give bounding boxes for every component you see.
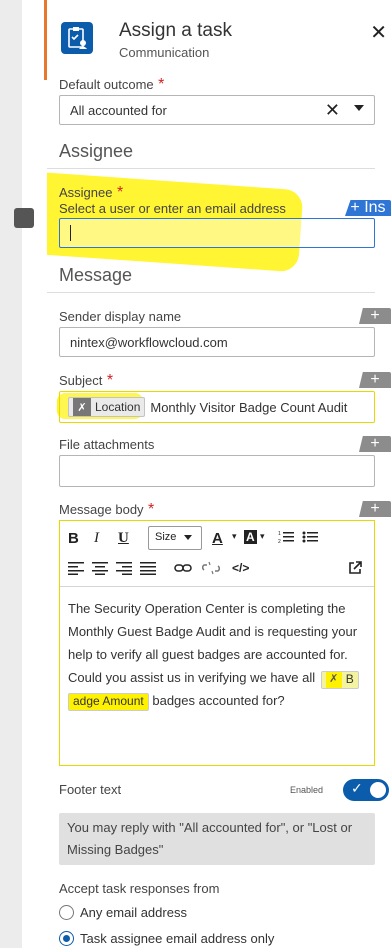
body-label-row: Message body *	[59, 501, 375, 519]
bullet-list-icon[interactable]	[302, 529, 318, 549]
attachments-input[interactable]	[59, 455, 375, 487]
chevron-down-icon[interactable]: ▾	[260, 531, 265, 542]
variable-chip-continued[interactable]: adge Amount	[68, 692, 149, 711]
body-text: badges accounted for?	[152, 693, 285, 708]
required-mark: *	[106, 372, 114, 389]
checkmark-icon: ✓	[351, 780, 363, 796]
sender-label-row: Sender display name	[59, 308, 375, 326]
responses-label: Accept task responses from	[59, 881, 220, 896]
assignee-label: Assignee	[59, 185, 113, 200]
insert-variable-button[interactable]: +	[359, 436, 391, 452]
panel-header: Assign a task Communication ✕	[47, 0, 391, 78]
radio-any-email[interactable]: Any email address	[59, 905, 187, 920]
panel-title: Assign a task	[119, 20, 232, 41]
subject-text: Monthly Visitor Badge Count Audit	[150, 399, 348, 415]
align-right-icon[interactable]	[116, 561, 132, 579]
footer-text-box[interactable]: You may reply with "All accounted for", …	[59, 813, 375, 865]
insert-variable-button[interactable]: + Ins	[345, 200, 391, 216]
default-outcome-select[interactable]: All accounted for ✕	[59, 95, 375, 125]
task-config-panel: Assign a task Communication ✕ Default ou…	[47, 0, 391, 948]
editor-toolbar: B I U Size A ▾ A ▾ 12 </>	[60, 521, 374, 587]
align-center-icon[interactable]	[92, 561, 108, 579]
radio-assignee-only[interactable]: Task assignee email address only	[59, 931, 274, 946]
sender-value: nintex@workflowcloud.com	[70, 334, 228, 350]
chevron-down-icon	[184, 534, 193, 540]
assignee-hint: Select a user or enter an email address	[59, 201, 286, 216]
bold-button[interactable]: B	[68, 530, 79, 547]
responses-label-row: Accept task responses from	[59, 880, 375, 898]
required-mark: *	[158, 76, 165, 93]
collapse-handle[interactable]	[14, 208, 34, 228]
clear-icon[interactable]: ✕	[325, 100, 340, 121]
sender-label: Sender display name	[59, 309, 182, 324]
sender-input[interactable]: nintex@workflowcloud.com	[59, 327, 375, 357]
message-body-editor[interactable]: B I U Size A ▾ A ▾ 12 </> The Security O…	[59, 520, 375, 766]
attachments-label: File attachments	[59, 437, 155, 452]
divider	[47, 168, 375, 169]
source-code-button[interactable]: </>	[232, 561, 249, 575]
variable-icon: ✗	[325, 671, 342, 688]
assignee-section-title: Assignee	[59, 141, 134, 161]
insert-variable-button[interactable]: +	[359, 308, 391, 324]
body-text: The Security Operation Center is complet…	[68, 601, 358, 685]
align-left-icon[interactable]	[68, 561, 84, 579]
footer-label-row: Footer text Enabled	[59, 781, 375, 799]
ordered-list-icon[interactable]: 12	[278, 529, 294, 549]
task-clipboard-icon	[61, 22, 93, 54]
link-icon[interactable]	[174, 561, 192, 579]
svg-text:2: 2	[278, 539, 281, 545]
chevron-down-icon[interactable]: ▾	[232, 531, 237, 542]
chevron-down-icon[interactable]	[354, 105, 364, 111]
footer-label: Footer text	[59, 782, 122, 797]
insert-variable-button[interactable]: +	[359, 501, 391, 517]
background-color-button[interactable]: A	[244, 530, 257, 544]
default-outcome-field: Default outcome *	[59, 76, 375, 94]
panel-subtitle: Communication	[119, 45, 210, 60]
attachments-label-row: File attachments	[59, 436, 375, 454]
left-sidebar-strip	[0, 0, 34, 948]
message-body-content[interactable]: The Security Operation Center is complet…	[60, 587, 374, 767]
toggle-status: Enabled	[289, 785, 323, 795]
text-caret	[70, 225, 71, 241]
svg-text:1: 1	[278, 531, 281, 537]
default-outcome-value: All accounted for	[70, 102, 167, 118]
subject-label: Subject	[59, 373, 103, 388]
required-mark: *	[116, 184, 124, 201]
assignee-input[interactable]	[59, 218, 375, 248]
variable-chip[interactable]: ✗ Location	[68, 397, 146, 417]
unlink-icon[interactable]	[201, 561, 221, 579]
close-icon[interactable]: ✕	[370, 20, 387, 45]
required-mark: *	[148, 501, 155, 518]
default-outcome-label: Default outcome	[59, 77, 154, 92]
font-size-select[interactable]: Size	[148, 526, 202, 550]
variable-icon: ✗	[73, 398, 91, 416]
insert-variable-button[interactable]: +	[359, 372, 391, 388]
variable-chip[interactable]: ✗ B	[320, 670, 359, 689]
body-label: Message body	[59, 502, 144, 517]
align-justify-icon[interactable]	[140, 561, 156, 579]
expand-external-icon[interactable]	[348, 561, 362, 579]
footer-enabled-toggle[interactable]: ✓	[343, 779, 389, 801]
subject-label-row: Subject *	[59, 372, 375, 390]
font-color-button[interactable]: A	[212, 530, 223, 547]
italic-button[interactable]: I	[94, 530, 99, 547]
message-section-title: Message	[59, 265, 133, 285]
underline-button[interactable]: U	[118, 530, 129, 547]
divider	[47, 292, 375, 293]
subject-input[interactable]: ✗ Location Monthly Visitor Badge Count A…	[59, 391, 375, 423]
